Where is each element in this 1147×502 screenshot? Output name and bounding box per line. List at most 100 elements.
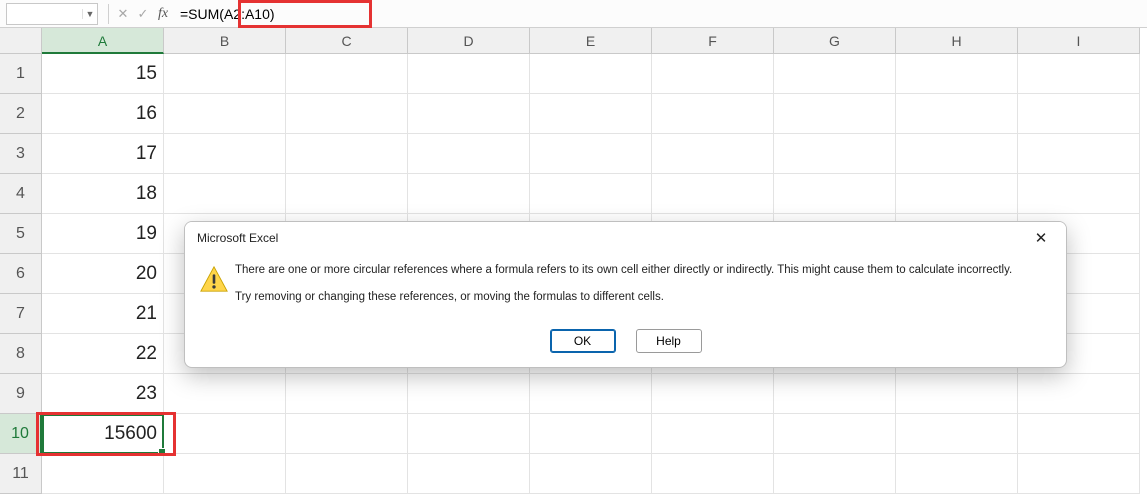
row-header[interactable]: 6 [0,254,42,294]
cell[interactable] [164,454,286,494]
cell[interactable] [774,174,896,214]
chevron-down-icon[interactable]: ▼ [82,9,97,19]
cell[interactable] [1018,94,1140,134]
column-header[interactable]: I [1018,28,1140,54]
cell[interactable] [1018,414,1140,454]
cell[interactable] [896,94,1018,134]
cell[interactable]: 17 [42,134,164,174]
cell[interactable] [896,134,1018,174]
cell[interactable] [896,54,1018,94]
cell[interactable] [896,454,1018,494]
row-header[interactable]: 5 [0,214,42,254]
column-header[interactable]: B [164,28,286,54]
name-box[interactable]: ▼ [6,3,98,25]
cell[interactable] [652,414,774,454]
formula-input[interactable] [173,3,1147,25]
help-button[interactable]: Help [636,329,702,353]
cell[interactable] [164,374,286,414]
cell[interactable] [652,94,774,134]
cell[interactable] [408,374,530,414]
column-header[interactable]: H [896,28,1018,54]
row-header[interactable]: 10 [0,414,42,454]
row-header[interactable]: 2 [0,94,42,134]
column-header[interactable]: G [774,28,896,54]
cell[interactable]: 22 [42,334,164,374]
row-header[interactable]: 9 [0,374,42,414]
dialog-buttons: OK Help [185,323,1066,367]
cell[interactable] [1018,54,1140,94]
cell[interactable] [1018,134,1140,174]
cell[interactable] [164,134,286,174]
cell[interactable] [652,174,774,214]
cell[interactable] [530,134,652,174]
cell[interactable] [530,54,652,94]
cell[interactable] [286,174,408,214]
cell[interactable] [896,414,1018,454]
row-header[interactable]: 3 [0,134,42,174]
cell[interactable]: 15 [42,54,164,94]
cell[interactable] [164,54,286,94]
confirm-icon[interactable]: ✓ [133,4,153,24]
cell[interactable] [652,134,774,174]
cell[interactable] [530,374,652,414]
cell[interactable] [652,454,774,494]
cell[interactable]: 20 [42,254,164,294]
cell[interactable] [286,134,408,174]
cell[interactable]: 19 [42,214,164,254]
column-header[interactable]: C [286,28,408,54]
cell[interactable] [286,94,408,134]
fx-icon[interactable]: fx [153,4,173,24]
row-header[interactable]: 8 [0,334,42,374]
column-header[interactable]: D [408,28,530,54]
cell[interactable] [286,454,408,494]
cell[interactable] [896,374,1018,414]
cell[interactable] [652,374,774,414]
cell[interactable] [530,414,652,454]
select-all-corner[interactable] [0,28,42,54]
cancel-icon[interactable]: ✕ [113,4,133,24]
cell[interactable] [774,134,896,174]
cell[interactable] [1018,454,1140,494]
cell[interactable] [1018,374,1140,414]
column-header[interactable]: A [42,28,164,54]
dialog-line1: There are one or more circular reference… [235,262,1052,279]
cell[interactable] [164,94,286,134]
cell[interactable] [286,374,408,414]
cell[interactable]: 15600 [42,414,164,454]
cell[interactable] [408,174,530,214]
warning-icon [199,262,235,317]
cell[interactable] [530,174,652,214]
column-header[interactable]: F [652,28,774,54]
cell[interactable] [530,94,652,134]
cell[interactable] [408,454,530,494]
row-header[interactable]: 1 [0,54,42,94]
cell[interactable]: 16 [42,94,164,134]
cell[interactable] [774,94,896,134]
row-header[interactable]: 11 [0,454,42,494]
cell[interactable] [530,454,652,494]
cell[interactable] [42,454,164,494]
cell[interactable] [652,54,774,94]
row-header[interactable]: 4 [0,174,42,214]
cell[interactable] [408,134,530,174]
cell[interactable] [1018,174,1140,214]
cell[interactable]: 18 [42,174,164,214]
cell[interactable] [286,414,408,454]
cell[interactable] [408,94,530,134]
cell[interactable] [164,174,286,214]
cell[interactable] [408,414,530,454]
cell[interactable] [896,174,1018,214]
cell[interactable] [408,54,530,94]
row-header[interactable]: 7 [0,294,42,334]
cell[interactable] [774,54,896,94]
cell[interactable] [774,454,896,494]
cell[interactable] [286,54,408,94]
cell[interactable] [164,414,286,454]
cell[interactable] [774,414,896,454]
ok-button[interactable]: OK [550,329,616,353]
cell[interactable] [774,374,896,414]
column-header[interactable]: E [530,28,652,54]
cell[interactable]: 21 [42,294,164,334]
cell[interactable]: 23 [42,374,164,414]
close-icon[interactable]: ✕ [1024,224,1058,252]
